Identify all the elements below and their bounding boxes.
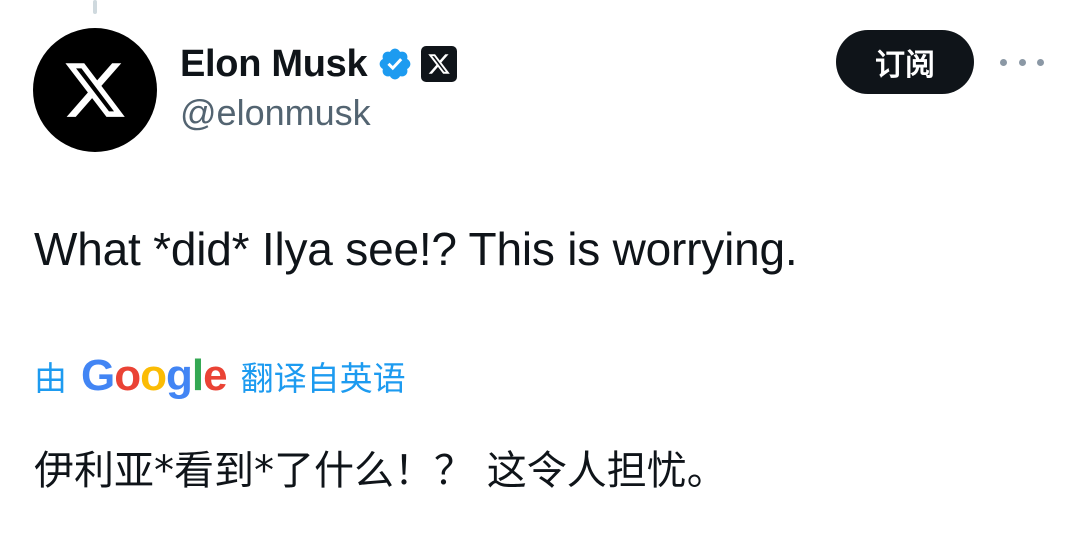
avatar[interactable] (33, 28, 157, 152)
translated-tweet-text: 伊利亚*看到*了什么！？ 这令人担忧。 (34, 448, 727, 494)
more-dot (1037, 58, 1044, 66)
affiliation-badge[interactable] (421, 46, 458, 82)
tweet-text: What *did* Ilya see!? This is worrying. (34, 223, 798, 275)
translate-by-label: 由 (34, 359, 67, 398)
author-handle[interactable]: @elonmusk (180, 92, 371, 134)
verified-badge-icon (379, 48, 411, 80)
google-logo: Google (81, 351, 228, 400)
x-logo-badge-icon (428, 54, 451, 74)
translate-link[interactable]: 由 Google 翻译自英语 (34, 348, 406, 404)
author-display-name[interactable]: Elon Musk (180, 43, 368, 86)
more-dot (1000, 58, 1007, 66)
more-dot (1018, 58, 1026, 66)
subscribe-button[interactable]: 订阅 (836, 30, 974, 94)
translate-from-label: 翻译自英语 (240, 359, 406, 398)
more-options-icon[interactable] (1000, 52, 1044, 72)
author-name-row: Elon Musk (180, 40, 458, 88)
x-logo-icon (65, 63, 125, 117)
thread-connector-line (93, 0, 97, 14)
